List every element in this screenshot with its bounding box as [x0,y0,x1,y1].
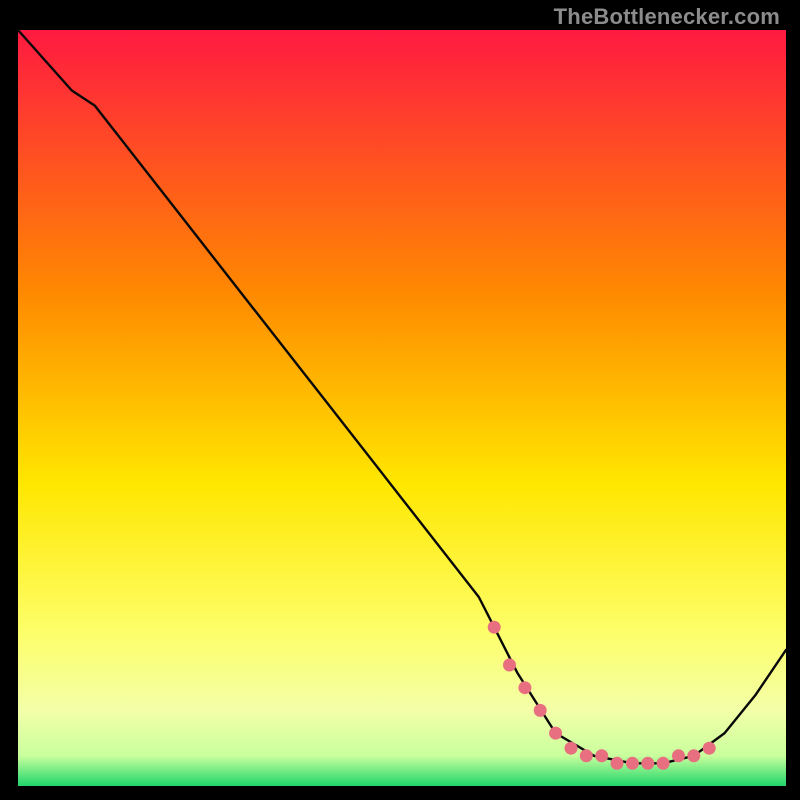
curve-marker [488,621,501,634]
curve-marker [534,704,547,717]
curve-marker [595,749,608,762]
curve-marker [611,757,624,770]
curve-marker [580,749,593,762]
curve-marker [687,749,700,762]
curve-marker [657,757,670,770]
curve-marker [641,757,654,770]
curve-marker [503,659,516,672]
chart-stage: TheBottlenecker.com [0,0,800,800]
bottleneck-chart [0,0,800,800]
curve-marker [672,749,685,762]
curve-marker [565,742,578,755]
curve-marker [626,757,639,770]
curve-marker [518,681,531,694]
curve-marker [549,727,562,740]
plot-background [18,30,786,786]
curve-marker [703,742,716,755]
